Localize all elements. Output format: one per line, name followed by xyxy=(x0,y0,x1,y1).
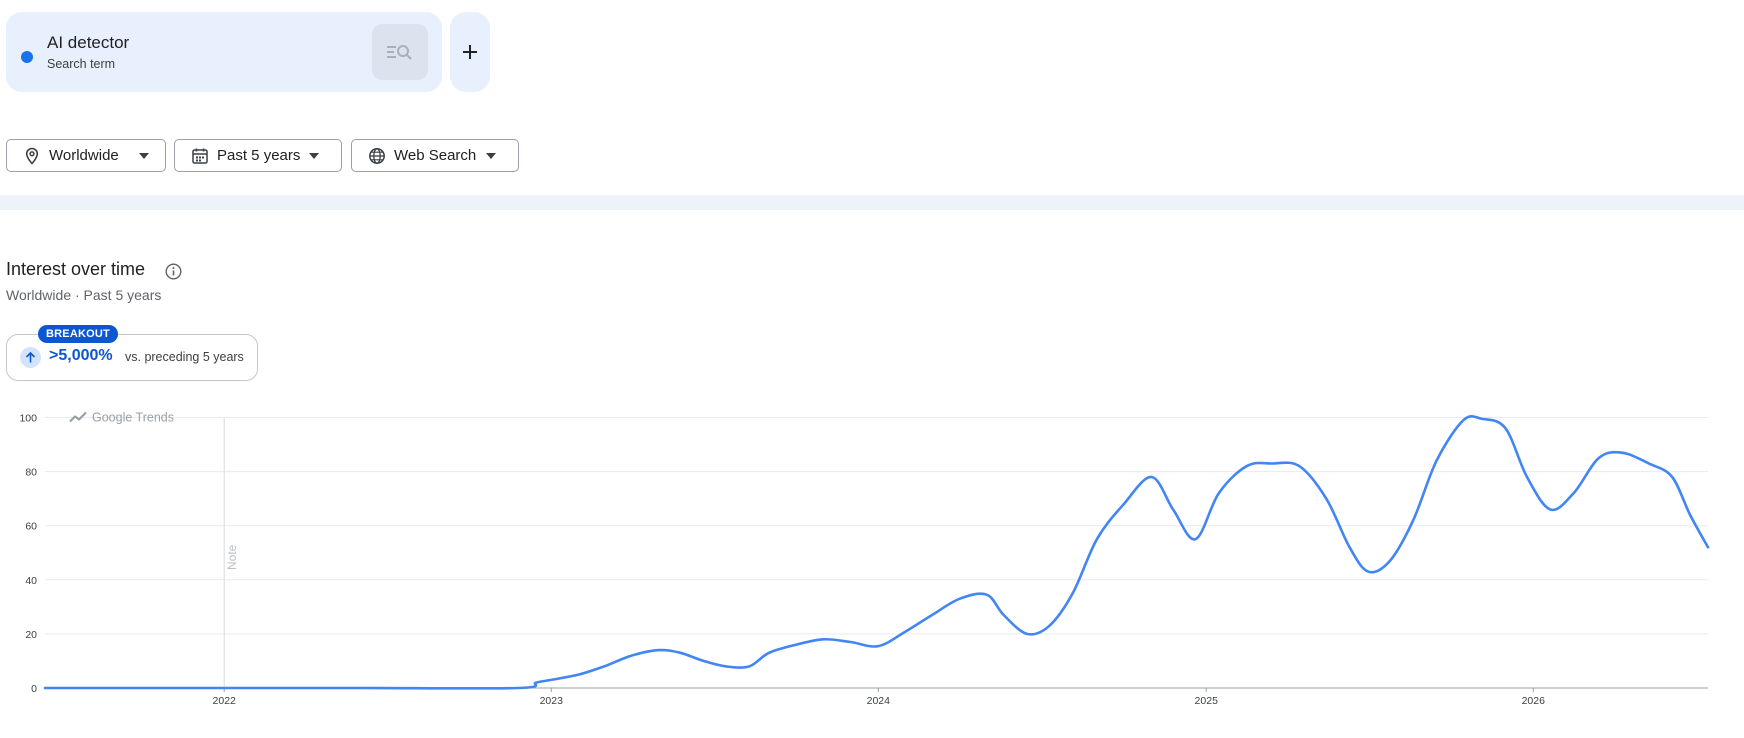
watermark-text: Google Trends xyxy=(92,411,174,425)
x-axis-ticks: 2022 2023 2024 2025 2026 xyxy=(213,695,1546,707)
property-filter-label: Web Search xyxy=(394,147,477,164)
y-tick-label: 80 xyxy=(25,467,37,479)
series-color-dot xyxy=(21,51,33,63)
y-tick-label: 60 xyxy=(25,521,37,533)
x-tick-label: 2023 xyxy=(540,695,564,707)
y-tick-label: 20 xyxy=(25,629,37,641)
interest-subtitle: Worldwide · Past 5 years xyxy=(6,287,162,303)
search-term-type: Search term xyxy=(47,57,116,71)
section-divider xyxy=(0,195,1744,210)
search-term-name[interactable]: AI detector xyxy=(47,33,129,53)
caret-down-icon xyxy=(139,153,149,159)
breakout-percentage: >5,000% xyxy=(49,347,113,364)
property-filter[interactable]: Web Search xyxy=(351,139,519,172)
plus-icon xyxy=(463,45,477,59)
breakout-comparison: vs. preceding 5 years xyxy=(125,350,244,364)
time-range-filter[interactable]: Past 5 years xyxy=(174,139,342,172)
x-tick-label: 2024 xyxy=(867,695,891,707)
interest-over-time-title: Interest over time xyxy=(6,259,146,279)
interest-chart[interactable]: 0 20 40 60 80 100 2022 2023 2024 2025 2026 Note G… xyxy=(0,400,1744,738)
series-line-ai-detector[interactable] xyxy=(43,415,1710,690)
arrow-up-icon xyxy=(20,347,41,368)
caret-down-icon xyxy=(486,153,496,159)
y-tick-label: 0 xyxy=(31,683,37,695)
location-pin-icon xyxy=(25,147,39,165)
note-marker-label[interactable]: Note xyxy=(225,544,239,570)
breakout-badge: BREAKOUT xyxy=(38,325,118,343)
search-term-options-button[interactable] xyxy=(372,24,428,80)
location-filter[interactable]: Worldwide xyxy=(6,139,166,172)
y-tick-label: 100 xyxy=(19,413,37,425)
calendar-icon xyxy=(192,148,208,164)
globe-icon xyxy=(369,148,385,164)
chart-grid xyxy=(45,417,1708,692)
list-search-icon xyxy=(387,45,412,60)
caret-down-icon xyxy=(309,153,319,159)
search-term-card[interactable]: AI detector Search term xyxy=(6,12,442,92)
add-term-button[interactable] xyxy=(450,12,490,92)
x-tick-label: 2026 xyxy=(1522,695,1546,707)
location-filter-label: Worldwide xyxy=(49,147,119,164)
x-tick-label: 2022 xyxy=(213,695,237,707)
info-icon[interactable] xyxy=(165,263,182,280)
x-tick-label: 2025 xyxy=(1195,695,1219,707)
y-tick-label: 40 xyxy=(25,575,37,587)
time-range-filter-label: Past 5 years xyxy=(217,147,301,164)
y-axis-ticks: 0 20 40 60 80 100 xyxy=(19,413,37,696)
